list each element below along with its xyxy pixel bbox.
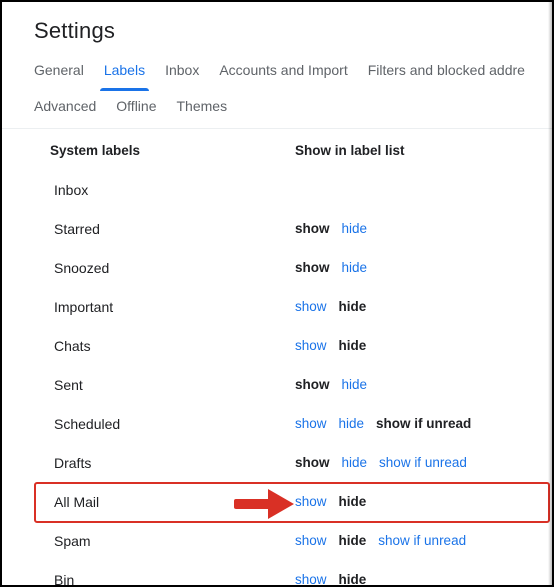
header-system-labels: System labels bbox=[50, 143, 295, 158]
table-row: Sentshow hide bbox=[50, 365, 552, 404]
label-name: Snoozed bbox=[50, 260, 295, 276]
label-name: Drafts bbox=[50, 455, 295, 471]
table-body: InboxStarredshowhideSnoozedshowhideImpor… bbox=[50, 170, 552, 587]
label-name: Inbox bbox=[50, 182, 295, 198]
label-name: All Mail bbox=[50, 494, 295, 510]
table-row: Importantshow hide bbox=[50, 287, 552, 326]
table-row: Snoozedshow hide bbox=[50, 248, 552, 287]
table-row: Scheduledshow hide show if unread bbox=[50, 404, 552, 443]
label-actions: show hide show if unread bbox=[295, 533, 552, 548]
label-actions: show hide show if unread bbox=[295, 455, 552, 470]
table-row: Binshow hide bbox=[50, 560, 552, 587]
label-actions: show hide bbox=[295, 377, 552, 392]
action-hide: hide bbox=[339, 533, 367, 548]
action-show_if_unread[interactable]: show if unread bbox=[379, 455, 467, 470]
action-show: show bbox=[295, 455, 330, 470]
table-row: Spamshow hide show if unread bbox=[50, 521, 552, 560]
action-show: show bbox=[295, 221, 330, 236]
action-hide[interactable]: hide bbox=[342, 221, 368, 236]
label-name: Scheduled bbox=[50, 416, 295, 432]
action-show_if_unread: show if unread bbox=[376, 416, 471, 431]
tab-filters[interactable]: Filters and blocked addre bbox=[358, 52, 535, 90]
table-row: Draftsshow hide show if unread bbox=[50, 443, 552, 482]
settings-tabs: GeneralLabelsInboxAccounts and ImportFil… bbox=[2, 52, 552, 129]
action-hide: hide bbox=[339, 338, 367, 353]
action-hide[interactable]: hide bbox=[342, 377, 368, 392]
table-row: Starredshow hide bbox=[50, 209, 552, 248]
action-show_if_unread[interactable]: show if unread bbox=[378, 533, 466, 548]
label-name: Bin bbox=[50, 572, 295, 587]
label-actions: show hide bbox=[295, 260, 552, 275]
table-header: System labels Show in label list bbox=[50, 129, 552, 170]
action-show: show bbox=[295, 260, 330, 275]
label-name: Spam bbox=[50, 533, 295, 549]
action-show[interactable]: show bbox=[295, 338, 327, 353]
action-show[interactable]: show bbox=[295, 494, 327, 509]
table-row: All Mailshow hide bbox=[50, 482, 552, 521]
settings-panel: Settings GeneralLabelsInboxAccounts and … bbox=[0, 0, 554, 587]
label-actions: show hide bbox=[295, 338, 552, 353]
action-hide[interactable]: hide bbox=[339, 416, 365, 431]
action-show: show bbox=[295, 377, 330, 392]
table-row: Inbox bbox=[50, 170, 552, 209]
tab-themes[interactable]: Themes bbox=[167, 90, 238, 128]
tab-advanced[interactable]: Advanced bbox=[34, 90, 106, 128]
header-show-in-list: Show in label list bbox=[295, 143, 552, 158]
label-name: Sent bbox=[50, 377, 295, 393]
action-show[interactable]: show bbox=[295, 416, 327, 431]
system-labels-section: System labels Show in label list Inbox St… bbox=[2, 129, 552, 587]
action-show[interactable]: show bbox=[295, 572, 327, 587]
tab-accounts[interactable]: Accounts and Import bbox=[209, 52, 357, 90]
label-actions: show hide show if unread bbox=[295, 416, 552, 431]
tab-general[interactable]: General bbox=[34, 52, 94, 90]
action-hide: hide bbox=[339, 494, 367, 509]
action-hide: hide bbox=[339, 572, 367, 587]
label-actions: show hide bbox=[295, 221, 552, 236]
action-hide[interactable]: hide bbox=[342, 455, 368, 470]
table-row: Chatsshow hide bbox=[50, 326, 552, 365]
action-hide: hide bbox=[339, 299, 367, 314]
action-show[interactable]: show bbox=[295, 299, 327, 314]
label-actions: show hide bbox=[295, 494, 552, 509]
action-show[interactable]: show bbox=[295, 533, 327, 548]
label-name: Important bbox=[50, 299, 295, 315]
page-title: Settings bbox=[2, 2, 552, 52]
action-hide[interactable]: hide bbox=[342, 260, 368, 275]
tab-labels[interactable]: Labels bbox=[94, 52, 155, 90]
label-actions: show hide bbox=[295, 299, 552, 314]
label-name: Starred bbox=[50, 221, 295, 237]
tab-offline[interactable]: Offline bbox=[106, 90, 166, 128]
tabs-row-1: GeneralLabelsInboxAccounts and ImportFil… bbox=[34, 52, 552, 90]
label-actions: show hide bbox=[295, 572, 552, 587]
label-name: Chats bbox=[50, 338, 295, 354]
tabs-row-2: AdvancedOfflineThemes bbox=[34, 90, 552, 128]
tab-inbox[interactable]: Inbox bbox=[155, 52, 209, 90]
